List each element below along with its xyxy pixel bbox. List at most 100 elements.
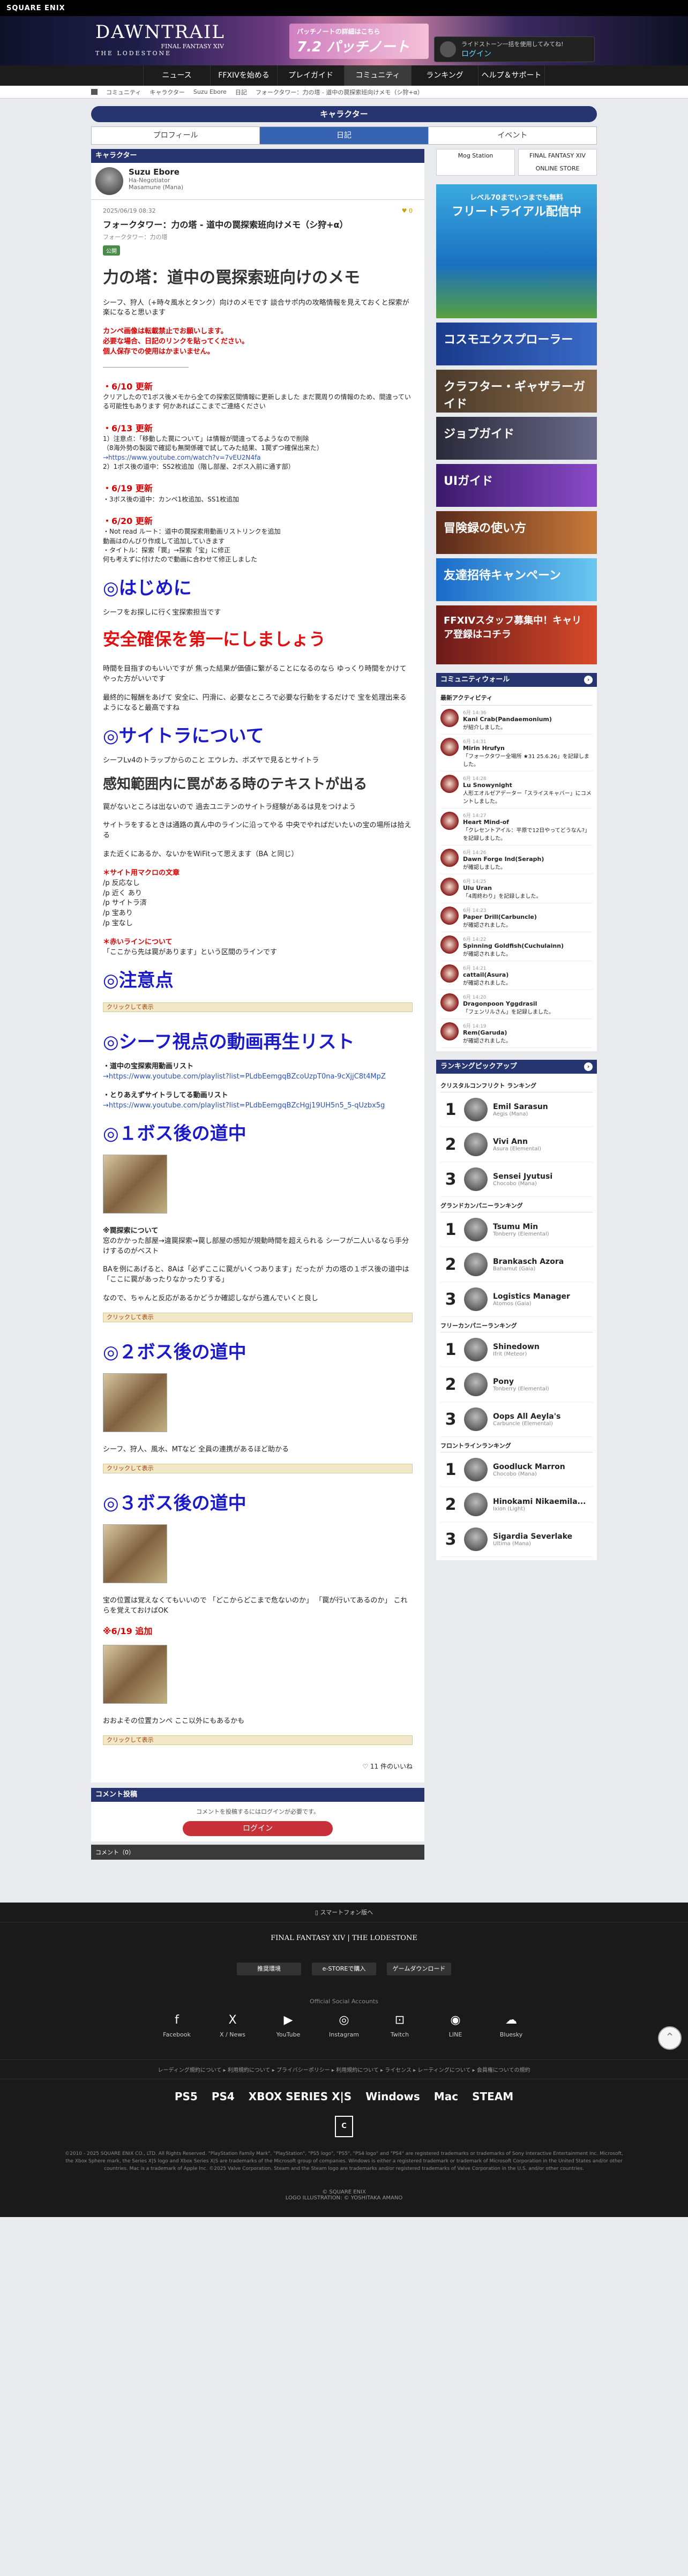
avatar bbox=[464, 1287, 488, 1311]
like-count-top[interactable]: ♥ 0 bbox=[402, 207, 413, 214]
bluesky-link[interactable]: ☁ Bluesky bbox=[495, 2013, 527, 2038]
ranking-entry[interactable]: 1 Tsumu Min Tonberry (Elemental) bbox=[440, 1212, 593, 1247]
nav-help[interactable]: ヘルプ＆サポート bbox=[478, 65, 545, 86]
activity-item[interactable]: 6月 14:26 Dawn Forge Ind(Seraph) が確認しました。 bbox=[440, 845, 593, 874]
heading-intro: ◎はじめに bbox=[103, 577, 192, 599]
footer-button[interactable]: ゲームダウンロード bbox=[387, 1962, 451, 1975]
activity-item[interactable]: 6月 14:20 Dragonpoon Yggdrasil 「フェンリルさん」を記録… bbox=[440, 990, 593, 1019]
article-subtitle: フォークタワー：力の塔 bbox=[103, 234, 168, 241]
ranking-entry[interactable]: 1 Shinedown Ifrit (Meteor) bbox=[440, 1332, 593, 1367]
breadcrumb-item[interactable]: コミュニティ bbox=[106, 88, 141, 96]
banner-adventure[interactable]: 冒険録の使い方 bbox=[436, 511, 597, 554]
smartphone-link[interactable]: ▯ スマートフォン版へ bbox=[0, 1903, 688, 1922]
banner-friend[interactable]: 友達招待キャンペーン bbox=[436, 558, 597, 601]
patch-promo-banner[interactable]: パッチノートの詳細はこちら 7.2 パッチノート bbox=[289, 24, 429, 59]
home-icon[interactable] bbox=[91, 89, 98, 95]
tab-event[interactable]: イベント bbox=[429, 127, 596, 144]
footer-button[interactable]: 推奨環境 bbox=[237, 1962, 301, 1975]
footer-button[interactable]: e-STOREで購入 bbox=[312, 1962, 376, 1975]
header-login[interactable]: ライドストーン一括を使用してみてね! ログイン bbox=[434, 36, 595, 62]
avatar-placeholder-icon bbox=[440, 41, 456, 57]
mogstation-ad[interactable]: Mog Station bbox=[436, 149, 515, 176]
sidebar: Mog Station FINAL FANTASY XIV ONLINE STO… bbox=[436, 149, 597, 1560]
like-button[interactable]: ♡ 11 件のいいね bbox=[103, 1762, 413, 1771]
ranking-entry[interactable]: 3 Oops All Aeyla's Carbuncle (Elemental) bbox=[440, 1402, 593, 1437]
facebook-icon: f bbox=[175, 2013, 179, 2027]
breadcrumb-item[interactable]: キャラクター bbox=[149, 88, 185, 96]
activity-item[interactable]: 6月 14:36 Kani Crab(Pandaemonium) が紹介しました。 bbox=[440, 706, 593, 735]
divider bbox=[103, 366, 189, 368]
nav-news[interactable]: ニュース bbox=[143, 65, 210, 86]
squareenix-header[interactable]: SQUARE ENIX bbox=[0, 0, 688, 16]
breadcrumb-item[interactable]: Suzu Ebore bbox=[193, 88, 227, 95]
video-playlist-link[interactable]: →https://www.youtube.com/playlist?list=P… bbox=[103, 1072, 413, 1082]
fc-crest-icon bbox=[464, 1407, 488, 1431]
ranking-entry[interactable]: 2 Hinokami Nikaemila... Ixion (Light) bbox=[440, 1487, 593, 1522]
map-thumbnail[interactable] bbox=[103, 1645, 167, 1704]
footer-logo[interactable]: FINAL FANTASY XIV | THE LODESTONE bbox=[0, 1922, 688, 1954]
chevron-right-icon[interactable]: › bbox=[584, 676, 593, 684]
activity-item[interactable]: 6月 14:28 Lu Snowynight 人形エオルゼアデーター「スライスキャバ… bbox=[440, 772, 593, 808]
comment-login-button[interactable]: ログイン bbox=[183, 1821, 333, 1836]
spoiler-toggle[interactable]: クリックして表示 bbox=[103, 1735, 413, 1746]
tab-profile[interactable]: プロフィール bbox=[92, 127, 260, 144]
ranking-entry[interactable]: 1 Emil Sarasun Aegis (Mana) bbox=[440, 1092, 593, 1127]
video-playlist-link[interactable]: →https://www.youtube.com/playlist?list=P… bbox=[103, 1101, 413, 1111]
character-panel-header: キャラクター bbox=[91, 149, 424, 163]
platform-logos: PS5 PS4 XBOX SERIES X|S Windows Mac STEA… bbox=[0, 2090, 688, 2103]
activity-item[interactable]: 6月 14:21 cattail(Asura) が確認されました。 bbox=[440, 961, 593, 990]
community-wall: コミュニティウォール › 最新アクティビティ 6月 14:36 Kani Crab(… bbox=[436, 673, 597, 1051]
lodestone-logo[interactable]: DAWNTRAIL FINAL FANTASY XIV THE LODESTON… bbox=[95, 21, 235, 60]
character-avatar[interactable] bbox=[95, 167, 123, 195]
banner-cosmo[interactable]: コスモエクスプローラー bbox=[436, 323, 597, 365]
breadcrumb-item[interactable]: 日記 bbox=[235, 88, 247, 96]
heading-video: ◎シーフ視点の動画再生リスト bbox=[103, 1031, 355, 1053]
activity-item[interactable]: 6月 14:23 Paper Drill(Carbuncle) が確認されました。 bbox=[440, 903, 593, 932]
youtube-link[interactable]: ▶ YouTube bbox=[272, 2013, 304, 2038]
ranking-entry[interactable]: 1 Goodluck Marron Chocobo (Mana) bbox=[440, 1452, 593, 1487]
activity-item[interactable]: 6月 14:25 Ulu Uran 「4周終わり」を記録しました。 bbox=[440, 874, 593, 903]
spoiler-toggle[interactable]: クリックして表示 bbox=[103, 1312, 413, 1322]
footer-links[interactable]: レーディング規約について ▸ 利用規約について ▸ プライバシーポリシー ▸ 利… bbox=[0, 2059, 688, 2079]
tab-diary[interactable]: 日記 bbox=[260, 127, 429, 144]
chevron-right-icon[interactable]: › bbox=[584, 1062, 593, 1071]
ranking-entry[interactable]: 3 Logistics Manager Atomos (Gaia) bbox=[440, 1282, 593, 1317]
fc-crest-icon bbox=[440, 738, 459, 756]
back-to-top-button[interactable]: ⌃ bbox=[658, 2026, 682, 2050]
nav-community[interactable]: コミュニティ bbox=[344, 65, 411, 86]
activity-item[interactable]: 6月 14:31 Mirin Hrufyn 「フォークタワー全場所 ★31 25.6… bbox=[440, 735, 593, 772]
update-link[interactable]: →https://www.youtube.com/watch?v=7vEU2N4… bbox=[103, 453, 413, 462]
activity-item[interactable]: 6月 14:19 Rem(Garuda) が確認されました。 bbox=[440, 1019, 593, 1048]
facebook-link[interactable]: f Facebook bbox=[161, 2013, 193, 2038]
activity-item[interactable]: 6月 14:22 Spinning Goldfish(Cuchulainn) が確認… bbox=[440, 932, 593, 961]
spoiler-toggle[interactable]: クリックして表示 bbox=[103, 1002, 413, 1012]
banner-recruit[interactable]: FFXIVスタッフ募集中！キャリア登録はコチラ bbox=[436, 605, 597, 664]
nav-start[interactable]: FFXIVを始める bbox=[210, 65, 277, 86]
banner-job-guide[interactable]: ジョブガイド bbox=[436, 417, 597, 460]
line-link[interactable]: ◉ LINE bbox=[439, 2013, 472, 2038]
avatar bbox=[464, 1133, 488, 1156]
ranking-entry[interactable]: 3 Sensei Jyutusi Chocobo (Mana) bbox=[440, 1162, 593, 1197]
fc-crest-icon bbox=[464, 1338, 488, 1361]
ranking-entry[interactable]: 2 Brankasch Azora Bahamut (Gaia) bbox=[440, 1247, 593, 1282]
map-thumbnail[interactable] bbox=[103, 1524, 167, 1584]
ranking-entry[interactable]: 2 Vivi Ann Asura (Elemental) bbox=[440, 1127, 593, 1162]
instagram-link[interactable]: ◎ Instagram bbox=[328, 2013, 360, 2038]
map-thumbnail[interactable] bbox=[103, 1154, 167, 1214]
x-link[interactable]: XX / News bbox=[216, 2013, 249, 2038]
online-store-ad[interactable]: FINAL FANTASY XIV ONLINE STORE bbox=[518, 149, 597, 176]
character-card[interactable]: Suzu Ebore Ha-Negotiator Masamune (Mana) bbox=[91, 163, 424, 200]
character-name[interactable]: Suzu Ebore bbox=[129, 167, 183, 177]
nav-playguide[interactable]: プレイガイド bbox=[277, 65, 344, 86]
ranking-entry[interactable]: 2 Pony Tonberry (Elemental) bbox=[440, 1367, 593, 1402]
banner-crafter[interactable]: クラフター・ギャザラーガイド bbox=[436, 370, 597, 413]
banner-ui-guide[interactable]: UIガイド bbox=[436, 464, 597, 507]
map-thumbnail[interactable] bbox=[103, 1373, 167, 1433]
free-trial-ad[interactable]: レベル70までいつまでも無料 フリートライアル配信中 bbox=[436, 184, 597, 318]
spoiler-toggle[interactable]: クリックして表示 bbox=[103, 1464, 413, 1474]
ranking-entry[interactable]: 3 Sigardia Severlake Ultima (Mana) bbox=[440, 1522, 593, 1557]
nav-ranking[interactable]: ランキング bbox=[411, 65, 478, 86]
twitch-link[interactable]: ⊡ Twitch bbox=[384, 2013, 416, 2038]
global-nav: ニュース FFXIVを始める プレイガイド コミュニティ ランキング ヘルプ＆サ… bbox=[0, 65, 688, 86]
activity-item[interactable]: 6月 14:27 Heart Mind-of 「クレセントアイル：平原で12日やって… bbox=[440, 808, 593, 845]
